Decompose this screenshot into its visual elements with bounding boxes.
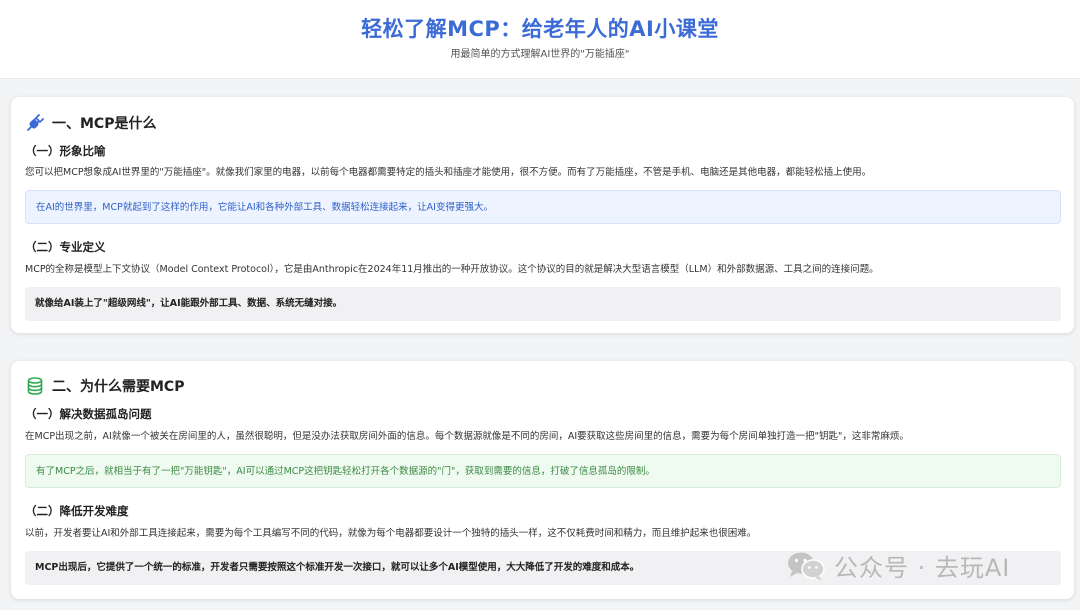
subsection-title: （二）降低开发难度 <box>25 504 129 518</box>
section-title: 一、MCP是什么 <box>25 113 156 133</box>
section-title-text: 二、为什么需要MCP <box>52 379 185 395</box>
page-header: 轻松了解MCP：给老年人的AI小课堂 用最简单的方式理解AI世界的"万能插座" <box>0 0 1080 79</box>
subsection-title: （二）专业定义 <box>25 240 106 254</box>
subsection-text: 以前，开发者要让AI和外部工具连接起来，需要为每个工具编写不同的代码，就像为每个… <box>25 528 757 539</box>
subsection-title: （一）解决数据孤岛问题 <box>25 407 152 421</box>
highlight-callout: 就像给AI装上了"超级网线"，让AI能跟外部工具、数据、系统无缝对接。 <box>25 287 1061 321</box>
watermark-text: 公众号 · 去玩AI <box>834 554 1011 582</box>
info-callout: 在AI的世界里，MCP就起到了这样的作用，它能让AI和各种外部工具、数据轻松连接… <box>25 190 1061 224</box>
subsection-text: 在MCP出现之前，AI就像一个被关在房间里的人，虽然很聪明，但是没办法获取房间外… <box>25 431 909 442</box>
subsection-text: MCP的全称是模型上下文协议（Model Context Protocol），它… <box>25 264 879 275</box>
section-title: 二、为什么需要MCP <box>25 376 184 396</box>
wechat-icon <box>786 550 826 582</box>
success-callout: 有了MCP之后，就相当于有了一把"万能钥匙"，AI可以通过MCP这把钥匙轻松打开… <box>25 454 1061 488</box>
watermark: 公众号 · 去玩AI <box>786 548 1010 583</box>
database-icon <box>25 376 45 396</box>
page-subtitle: 用最简单的方式理解AI世界的"万能插座" <box>450 49 630 60</box>
subsection-text: 您可以把MCP想象成AI世界里的"万能插座"。就像我们家里的电器，以前每个电器都… <box>25 167 872 178</box>
section-card-what-is-mcp: 一、MCP是什么 （一）形象比喻 您可以把MCP想象成AI世界里的"万能插座"。… <box>11 97 1074 333</box>
plug-icon <box>25 113 45 133</box>
subsection-title: （一）形象比喻 <box>25 144 106 158</box>
page-title: 轻松了解MCP：给老年人的AI小课堂 <box>361 17 719 41</box>
section-title-text: 一、MCP是什么 <box>52 116 157 132</box>
